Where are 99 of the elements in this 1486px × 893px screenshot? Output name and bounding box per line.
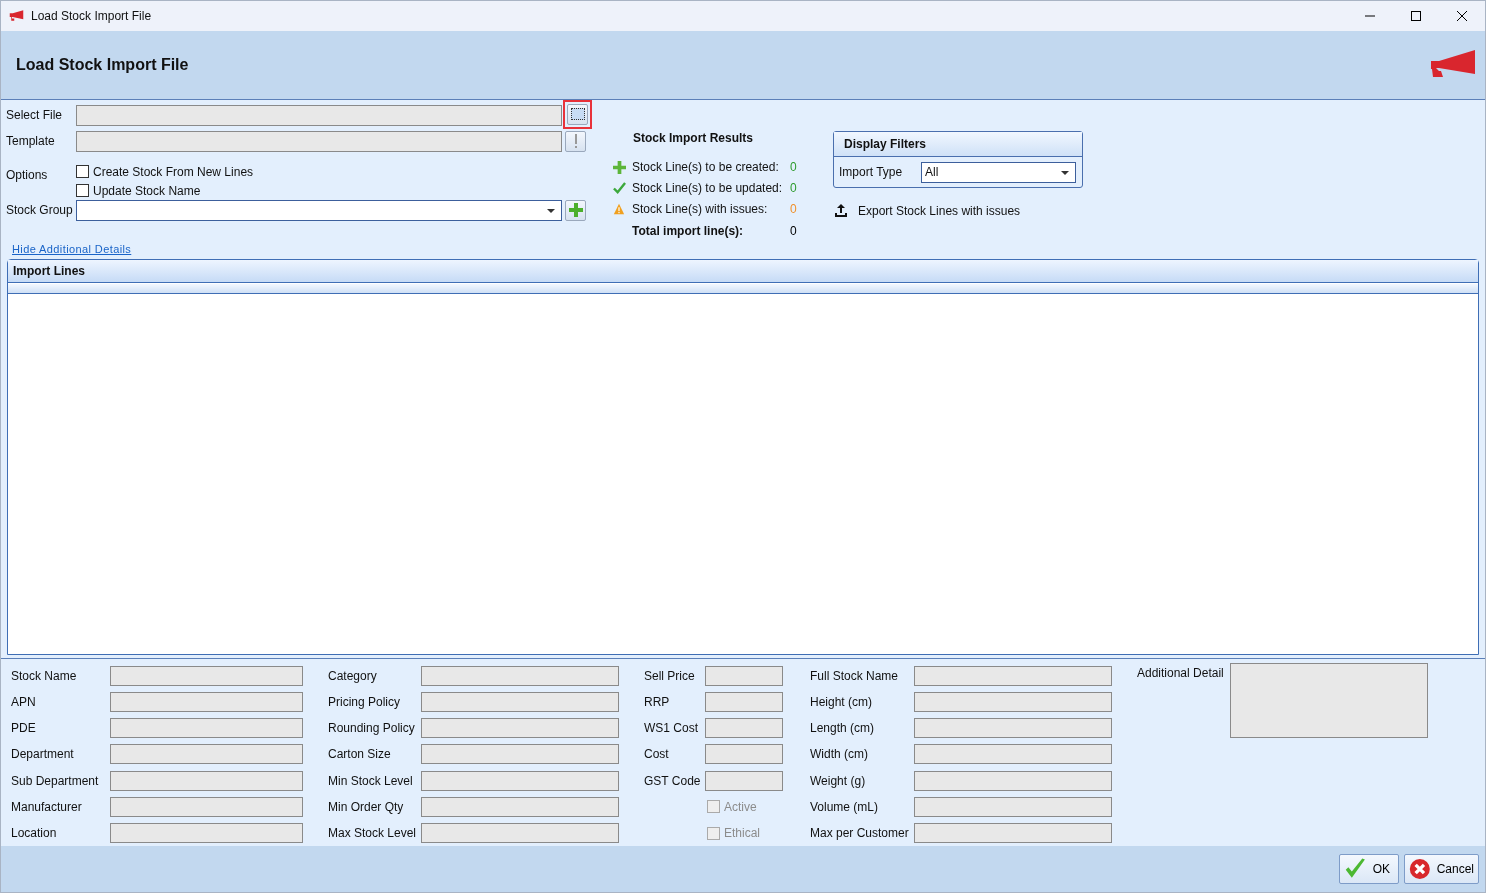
text-field[interactable] — [421, 770, 619, 791]
text-field[interactable] — [110, 744, 303, 765]
plus-icon — [613, 160, 626, 174]
text-field[interactable] — [914, 665, 1112, 686]
text-field[interactable] — [110, 692, 303, 713]
field-label: Min Order Qty — [328, 799, 405, 814]
checkbox[interactable] — [76, 165, 89, 179]
field-label: Max Stock Level — [328, 826, 418, 840]
field-label: Weight (g) — [810, 773, 867, 788]
cancel-icon — [1409, 857, 1431, 882]
stock-group-dropdown[interactable] — [76, 199, 562, 221]
field-label: Select File — [6, 108, 64, 123]
close-icon[interactable] — [1456, 9, 1468, 22]
import-type-dropdown[interactable]: All — [921, 161, 1076, 183]
warning-icon — [613, 203, 625, 216]
result-count: 0 — [790, 224, 797, 239]
text-field[interactable] — [421, 665, 619, 686]
text-field[interactable] — [421, 796, 619, 817]
text-field[interactable] — [110, 796, 303, 817]
text-field[interactable] — [110, 770, 303, 791]
field-label: Additional Detail — [1137, 664, 1225, 680]
field-label: Cost — [644, 747, 670, 762]
text-field[interactable] — [421, 744, 619, 765]
text-field[interactable] — [110, 823, 303, 843]
field-label: Department — [11, 747, 75, 762]
result-label: Stock Line(s) to be updated: — [632, 181, 784, 196]
field-label: Template — [6, 134, 56, 149]
result-count: 0 — [790, 160, 797, 175]
field-label: Stock Name — [11, 668, 78, 683]
field-label: Category — [328, 668, 378, 683]
field-label: Manufacturer — [11, 799, 83, 814]
field-label: Width (cm) — [810, 747, 869, 762]
text-area[interactable] — [1230, 662, 1428, 738]
text-field[interactable] — [914, 718, 1112, 739]
dialog-heading: Load Stock Import File — [16, 55, 189, 74]
caret-icon — [547, 208, 555, 213]
upload-icon — [835, 204, 847, 218]
text-field[interactable] — [914, 770, 1112, 791]
text-field[interactable] — [110, 718, 303, 739]
maximize-icon[interactable] — [1410, 9, 1422, 22]
checkbox-label: Active — [724, 799, 757, 814]
panel-title: Display Filters — [844, 136, 927, 151]
exclamation-button[interactable] — [565, 130, 586, 152]
field-label: Full Stock Name — [810, 668, 900, 683]
checkbox[interactable] — [76, 184, 89, 198]
template-field[interactable] — [76, 130, 562, 152]
file-path-field[interactable] — [76, 104, 562, 126]
results-heading: Stock Import Results — [633, 130, 755, 145]
result-count: 0 — [790, 202, 797, 217]
checkbox-label: Update Stock Name — [93, 183, 201, 198]
checkmark-icon — [613, 181, 626, 195]
field-label: Carton Size — [328, 747, 392, 762]
result-label: Total import line(s): — [632, 224, 745, 239]
field-label: Min Stock Level — [328, 773, 414, 788]
hide-details-link[interactable]: Hide Additional Details — [12, 242, 132, 255]
text-field[interactable] — [110, 665, 303, 686]
result-count: 0 — [790, 181, 797, 196]
text-field[interactable] — [705, 692, 783, 713]
field-label: Import Type — [839, 165, 904, 180]
plus-icon — [567, 202, 584, 219]
caret-icon — [1061, 170, 1069, 175]
add-button[interactable] — [565, 199, 586, 221]
text-field[interactable] — [705, 744, 783, 765]
checkbox-label: Ethical — [724, 826, 761, 840]
text-field[interactable] — [705, 718, 783, 739]
ok-button[interactable]: OK — [1339, 854, 1399, 885]
exclamation-icon — [572, 133, 579, 150]
text-field[interactable] — [705, 665, 783, 686]
cancel-button[interactable]: Cancel — [1404, 854, 1479, 885]
field-label: APN — [11, 695, 37, 710]
field-label: Sell Price — [644, 668, 696, 683]
export-link[interactable]: Export Stock Lines with issues — [858, 203, 1021, 218]
text-field[interactable] — [914, 692, 1112, 713]
result-label: Stock Line(s) with issues: — [632, 202, 769, 217]
field-label: Stock Group — [6, 203, 74, 218]
text-field[interactable] — [705, 770, 783, 791]
field-label: Rounding Policy — [328, 721, 416, 736]
field-label: RRP — [644, 695, 671, 710]
field-label: Height (cm) — [810, 695, 873, 710]
window-title: Load Stock Import File — [31, 8, 152, 23]
field-label: Sub Department — [11, 773, 100, 788]
field-label: Pricing Policy — [328, 695, 402, 710]
field-label: Location — [11, 826, 58, 840]
text-field[interactable] — [421, 692, 619, 713]
text-field[interactable] — [914, 823, 1112, 843]
field-label: WS1 Cost — [644, 721, 699, 736]
field-label: GST Code — [644, 773, 702, 788]
panel-title: Import Lines — [13, 263, 85, 278]
checkbox-label: Create Stock From New Lines — [93, 164, 254, 179]
field-label: Max per Customer — [810, 826, 910, 840]
text-field[interactable] — [914, 744, 1112, 765]
field-label: Length (cm) — [810, 721, 876, 736]
result-label: Stock Line(s) to be created: — [632, 160, 780, 175]
text-field[interactable] — [421, 718, 619, 739]
field-label: PDE — [11, 721, 37, 736]
text-field[interactable] — [421, 823, 619, 843]
field-label: Options — [6, 166, 49, 182]
text-field[interactable] — [914, 796, 1112, 817]
field-label: Volume (mL) — [810, 799, 880, 814]
